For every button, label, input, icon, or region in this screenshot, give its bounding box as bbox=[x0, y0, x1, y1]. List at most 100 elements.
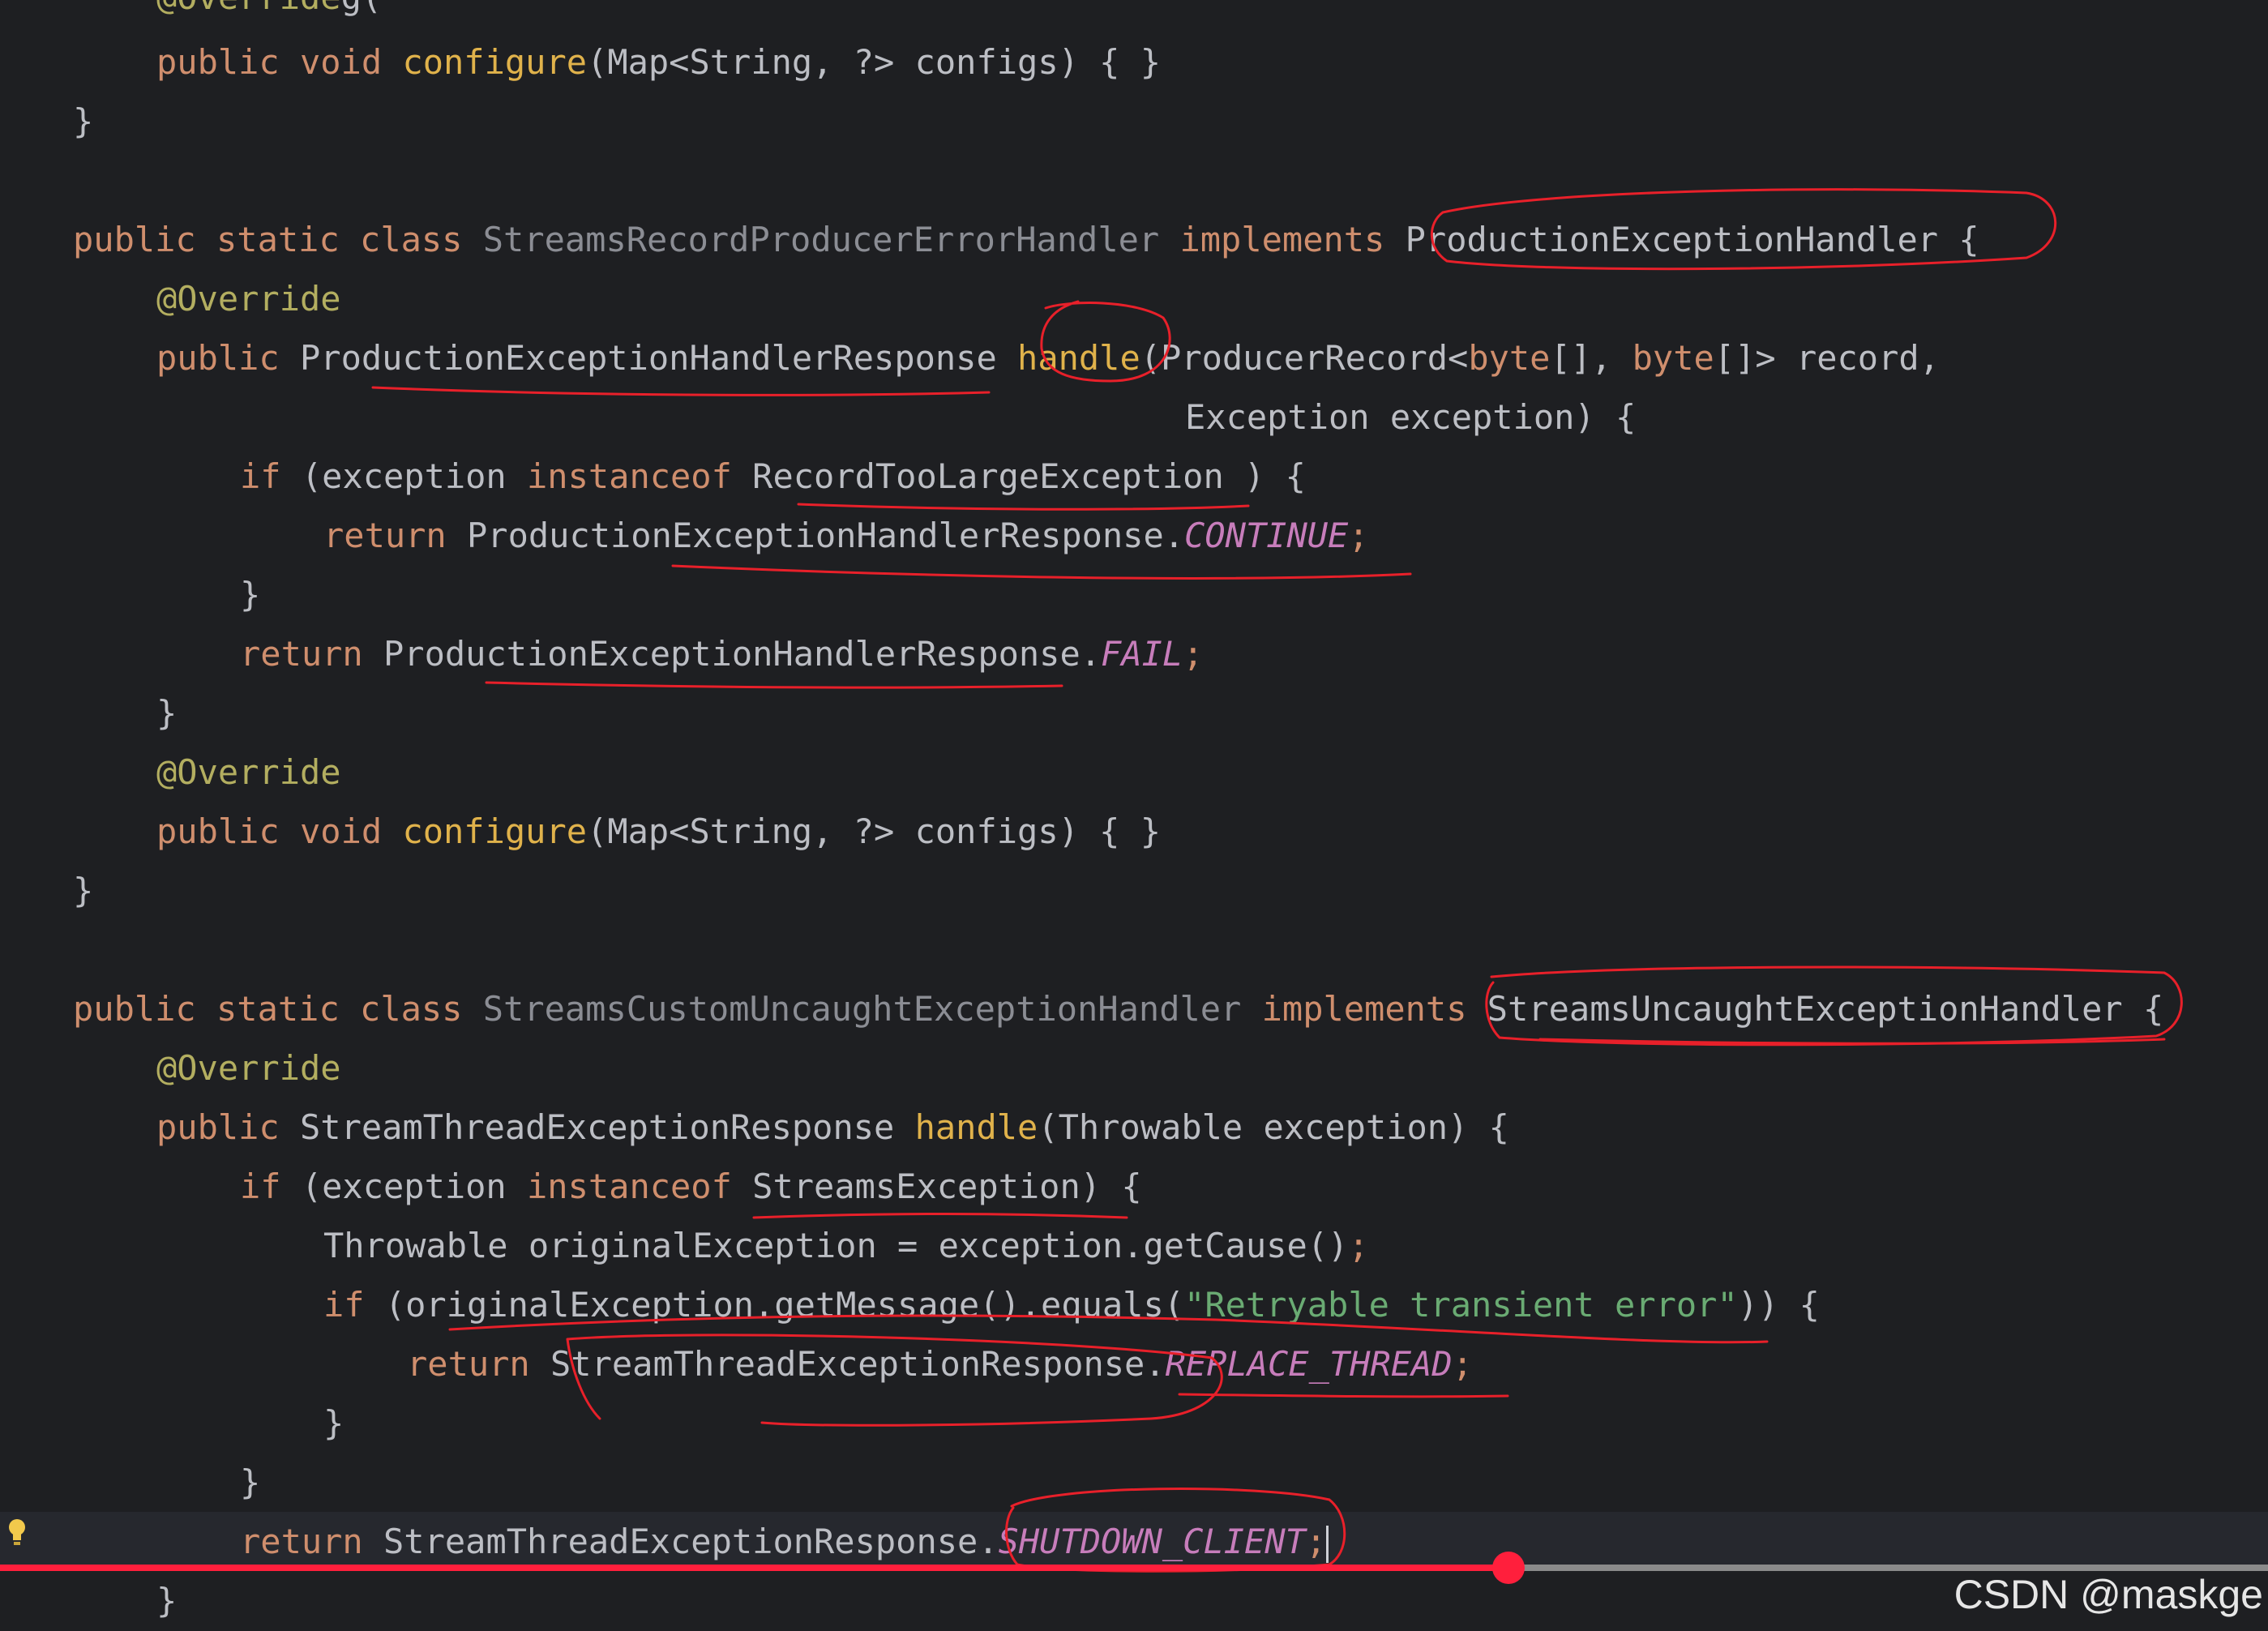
code-token: } bbox=[156, 1581, 178, 1620]
code-token: ; bbox=[1452, 1344, 1473, 1384]
code-line[interactable]: return StreamThreadExceptionResponse.REP… bbox=[407, 1334, 1473, 1393]
code-line[interactable]: } bbox=[156, 1571, 177, 1630]
code-token: } bbox=[240, 1462, 261, 1502]
code-line[interactable]: public void configure(Map<String, ?> con… bbox=[156, 802, 1161, 861]
code-token: byte bbox=[1468, 338, 1551, 378]
code-token: static bbox=[216, 989, 361, 1029]
code-token: if bbox=[240, 1167, 302, 1206]
code-token: Throwable originalException = exception.… bbox=[323, 1226, 1349, 1265]
code-token: } bbox=[73, 871, 94, 910]
video-progress-handle[interactable] bbox=[1491, 1552, 1525, 1584]
code-line[interactable]: Exception exception) { bbox=[1185, 387, 1636, 447]
code-line[interactable]: @Override bbox=[156, 1038, 341, 1098]
code-token: []> record, bbox=[1714, 338, 1940, 378]
code-token: public bbox=[73, 989, 217, 1029]
code-token: handle bbox=[1017, 338, 1140, 378]
code-line[interactable]: Throwable originalException = exception.… bbox=[323, 1216, 1369, 1275]
code-token: CONTINUE bbox=[1184, 516, 1349, 555]
code-token: RecordTooLargeException ) { bbox=[752, 456, 1306, 496]
code-token: (Throwable exception) { bbox=[1038, 1107, 1509, 1147]
code-token: StreamsRecordProducerErrorHandler bbox=[482, 220, 1180, 259]
code-line[interactable]: @Override bbox=[156, 269, 341, 328]
code-token: void bbox=[300, 811, 403, 851]
code-token: configure bbox=[402, 811, 588, 851]
video-progress-fill bbox=[0, 1565, 1508, 1571]
code-token: instanceof bbox=[527, 1167, 753, 1206]
code-token: StreamThreadExceptionResponse. bbox=[383, 1522, 999, 1561]
code-token: (originalException.getMessage().equals( bbox=[384, 1285, 1185, 1325]
code-token: )) { bbox=[1737, 1285, 1820, 1325]
code-token: return bbox=[240, 634, 384, 674]
code-token: handle bbox=[914, 1107, 1038, 1147]
code-token: g( bbox=[341, 0, 383, 17]
code-token: (exception bbox=[301, 1167, 528, 1206]
code-line[interactable]: } bbox=[73, 92, 93, 151]
code-token: } bbox=[323, 1403, 344, 1443]
code-token: void bbox=[300, 42, 403, 82]
code-line[interactable]: @Overrideg( bbox=[156, 0, 382, 27]
code-line[interactable]: public ProductionExceptionHandlerRespons… bbox=[156, 328, 1940, 387]
code-line[interactable]: } bbox=[240, 1453, 260, 1512]
code-line[interactable]: return StreamThreadExceptionResponse.SHU… bbox=[240, 1512, 1329, 1571]
lightbulb-icon[interactable] bbox=[6, 1518, 28, 1548]
code-line[interactable]: if (exception instanceof RecordTooLargeE… bbox=[240, 447, 1306, 506]
video-progress-bar[interactable] bbox=[0, 1552, 2268, 1584]
text-caret bbox=[1326, 1525, 1329, 1563]
code-token: return bbox=[407, 1344, 551, 1384]
code-token: REPLACE_THREAD bbox=[1165, 1344, 1453, 1384]
code-token: public bbox=[73, 220, 217, 259]
code-token: static bbox=[216, 220, 361, 259]
code-token: @Override bbox=[156, 1048, 341, 1088]
code-line[interactable]: } bbox=[73, 861, 93, 920]
code-token: ProductionExceptionHandlerResponse. bbox=[467, 516, 1185, 555]
code-token: @Override bbox=[156, 279, 341, 319]
code-line[interactable]: public StreamThreadExceptionResponse han… bbox=[156, 1098, 1509, 1157]
code-token: FAIL bbox=[1101, 634, 1183, 674]
code-line[interactable]: } bbox=[323, 1393, 344, 1453]
code-token: StreamThreadExceptionResponse bbox=[300, 1107, 915, 1147]
code-line[interactable]: public static class StreamsRecordProduce… bbox=[73, 210, 1979, 269]
code-token: ; bbox=[1183, 634, 1204, 674]
code-token: (Map<String, ?> configs) { } bbox=[587, 42, 1162, 82]
code-token: @Override bbox=[156, 752, 341, 792]
code-line[interactable]: return ProductionExceptionHandlerRespons… bbox=[323, 506, 1369, 565]
code-line[interactable]: } bbox=[156, 683, 177, 743]
code-token: } bbox=[156, 693, 178, 733]
code-token: [], bbox=[1550, 338, 1633, 378]
code-line[interactable]: if (exception instanceof StreamsExceptio… bbox=[240, 1157, 1142, 1216]
code-token: instanceof bbox=[527, 456, 753, 496]
code-token: public bbox=[156, 42, 301, 82]
code-token: ; bbox=[1305, 1522, 1327, 1561]
code-token: ProductionExceptionHandlerResponse bbox=[300, 338, 1018, 378]
code-editor[interactable]: @Overrideg(public void configure(Map<Str… bbox=[0, 0, 2268, 1631]
code-token: public bbox=[156, 811, 301, 851]
code-token: @Override bbox=[156, 0, 341, 17]
code-line[interactable]: return ProductionExceptionHandlerRespons… bbox=[240, 624, 1203, 683]
code-line[interactable]: public static class StreamsCustomUncaugh… bbox=[73, 979, 2163, 1038]
code-token: } bbox=[240, 575, 261, 614]
code-token: StreamsUncaughtExceptionHandler { bbox=[1487, 989, 2164, 1029]
code-token: StreamsException) { bbox=[752, 1167, 1142, 1206]
code-token: configure bbox=[402, 42, 588, 82]
code-token: (Map<String, ?> configs) { } bbox=[587, 811, 1162, 851]
code-token: StreamsCustomUncaughtExceptionHandler bbox=[482, 989, 1262, 1029]
code-line[interactable]: } bbox=[240, 565, 260, 624]
code-token: StreamThreadExceptionResponse. bbox=[550, 1344, 1166, 1384]
code-token: implements bbox=[1179, 220, 1406, 259]
code-token: ; bbox=[1348, 516, 1369, 555]
code-token: (exception bbox=[301, 456, 528, 496]
code-token: implements bbox=[1261, 989, 1487, 1029]
code-line[interactable]: if (originalException.getMessage().equal… bbox=[323, 1275, 1820, 1334]
code-token: public bbox=[156, 1107, 301, 1147]
code-token: ; bbox=[1348, 1226, 1369, 1265]
code-token: return bbox=[323, 516, 468, 555]
code-token: ProductionExceptionHandler { bbox=[1405, 220, 1979, 259]
code-token: if bbox=[240, 456, 302, 496]
code-token: ProductionExceptionHandlerResponse. bbox=[383, 634, 1102, 674]
code-token: public bbox=[156, 338, 301, 378]
code-line[interactable]: public void configure(Map<String, ?> con… bbox=[156, 32, 1161, 92]
code-line[interactable]: @Override bbox=[156, 743, 341, 802]
code-token: return bbox=[240, 1522, 384, 1561]
code-token: Exception exception) { bbox=[1185, 397, 1637, 437]
code-token: if bbox=[323, 1285, 385, 1325]
